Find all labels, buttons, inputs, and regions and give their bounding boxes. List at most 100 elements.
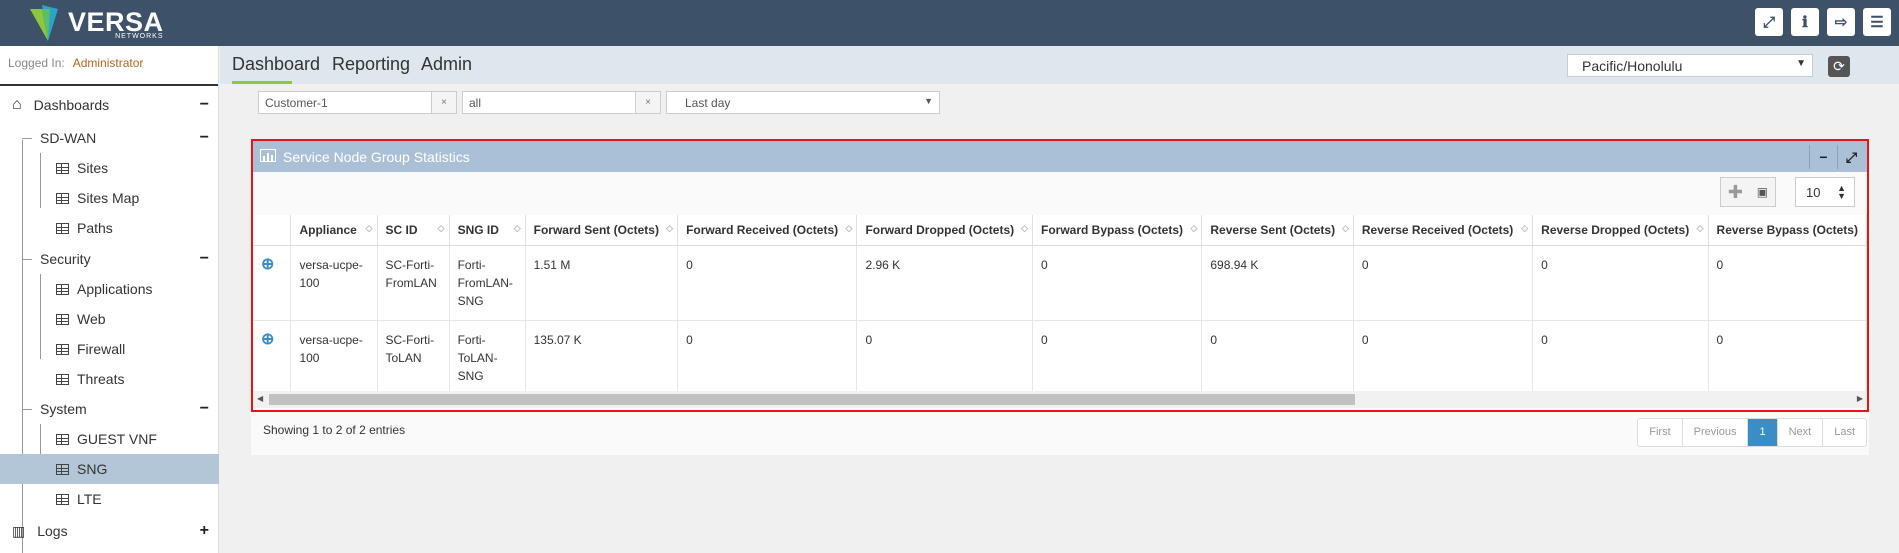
pager-previous-button[interactable]: Previous — [1683, 419, 1749, 446]
time-range-select[interactable]: Last day ▼ — [666, 91, 940, 114]
collapse-icon[interactable]: − — [200, 250, 209, 268]
pager-last-button[interactable]: Last — [1823, 419, 1866, 446]
table-cell: 2.96 K — [856, 245, 1033, 321]
logo-name: VERSA — [68, 6, 164, 37]
sort-icon: ◇ — [1696, 223, 1704, 233]
row-detail-cell[interactable]: ⊕ — [253, 320, 292, 393]
table-info: Showing 1 to 2 of 2 entries — [263, 423, 406, 437]
appliance-filter[interactable]: all — [462, 91, 636, 114]
column-header[interactable]: Forward Sent (Octets) ◇ — [525, 215, 679, 246]
table-cell: 0 — [677, 245, 858, 321]
tab-dashboard[interactable]: Dashboard — [232, 54, 320, 75]
minimize-button[interactable]: − — [1809, 145, 1837, 169]
sort-icon: ◇ — [437, 223, 445, 233]
sidebar-item-label: LTE — [77, 491, 102, 507]
table-icon — [56, 493, 69, 505]
table-icon — [56, 433, 69, 445]
save-icon[interactable]: ▣ — [1757, 185, 1768, 199]
column-header[interactable]: Reverse Dropped (Octets) ◇ — [1532, 215, 1709, 246]
column-header[interactable]: Appliance ◇ — [290, 215, 378, 246]
maximize-button[interactable]: ⤢ — [1837, 145, 1865, 169]
sidebar-item-label: SD-WAN — [40, 130, 97, 146]
column-header[interactable]: Forward Bypass (Octets) ◇ — [1032, 215, 1203, 246]
active-tab-indicator — [232, 81, 292, 84]
column-header[interactable]: Forward Dropped (Octets) ◇ — [856, 215, 1033, 246]
sidebar-item-sites[interactable]: Sites — [0, 153, 219, 183]
column-header[interactable]: SNG ID ◇ — [449, 215, 526, 246]
table-container: Appliance ◇ SC ID ◇ SNG ID ◇ Forward Sent (… — [253, 215, 1867, 393]
tab-admin[interactable]: Admin — [421, 54, 472, 75]
menu-icon[interactable]: ☰ — [1863, 8, 1891, 36]
logout-icon[interactable]: ⇨ — [1827, 8, 1855, 36]
timezone-select[interactable]: Pacific/Honolulu ▼ — [1567, 54, 1813, 77]
sidebar-item-paths[interactable]: Paths — [0, 213, 219, 243]
versa-logo[interactable]: VERSA NETWORKS — [28, 4, 164, 44]
column-header[interactable]: Reverse Bypass (Octets) — [1708, 215, 1867, 246]
table-cell: 0 — [856, 320, 1033, 393]
table-cell: 1.51 M — [525, 245, 679, 321]
sidebar-item-sites-map[interactable]: Sites Map — [0, 183, 219, 213]
sidebar-item-dashboards[interactable]: ⌂ Dashboards − — [0, 90, 219, 120]
pager-page-1[interactable]: 1 — [1748, 419, 1778, 446]
column-header[interactable]: Forward Received (Octets) ◇ — [677, 215, 858, 246]
page-size-stepper[interactable]: 10 ▲ ▼ — [1795, 177, 1855, 207]
table-icon — [56, 313, 69, 325]
puzzle-icon: ✚ — [1727, 181, 1743, 202]
column-header[interactable]: Reverse Sent (Octets) ◇ — [1201, 215, 1354, 246]
sort-icon: ◇ — [666, 223, 674, 233]
sidebar-item-label: Sites Map — [77, 190, 140, 206]
scroll-left-icon[interactable]: ◀ — [257, 394, 263, 403]
column-chooser-button[interactable]: ✚ ▣ — [1720, 177, 1776, 207]
table-cell: 135.07 K — [525, 320, 679, 393]
horizontal-scrollbar[interactable]: ◀ ▶ — [253, 391, 1867, 408]
sidebar-item-system[interactable]: System − — [0, 394, 219, 424]
sidebar-item-label: System — [40, 401, 87, 417]
sidebar-item-label: Sites — [77, 160, 109, 176]
spinner-arrows-icon: ▲ ▼ — [1837, 183, 1846, 201]
scrollbar-thumb[interactable] — [269, 394, 1355, 405]
pager-first-button[interactable]: First — [1638, 419, 1683, 446]
table-cell: 0 — [1708, 320, 1867, 393]
zoom-in-icon[interactable]: ⊕ — [261, 256, 274, 273]
collapse-icon[interactable]: − — [200, 400, 209, 418]
zoom-in-icon[interactable]: ⊕ — [261, 331, 274, 348]
expand-icon[interactable]: ⤢ — [1755, 8, 1783, 36]
sidebar-item-logs[interactable]: ▥ Logs + — [0, 516, 219, 546]
sidebar-item-sng[interactable]: SNG — [0, 454, 219, 484]
sidebar-item-applications[interactable]: Applications — [0, 274, 219, 304]
sidebar-item-security[interactable]: Security − — [0, 244, 219, 274]
clear-appliance-button[interactable]: × — [635, 91, 661, 114]
refresh-button[interactable]: ⟳ — [1828, 56, 1850, 77]
sng-statistics-panel: Service Node Group Statistics − ⤢ ✚ ▣ 10… — [251, 139, 1869, 412]
pager-next-button[interactable]: Next — [1778, 419, 1824, 446]
info-icon[interactable]: ℹ — [1791, 8, 1819, 36]
column-header[interactable]: SC ID ◇ — [377, 215, 450, 246]
scroll-right-icon[interactable]: ▶ — [1857, 394, 1863, 403]
sidebar-item-firewall[interactable]: Firewall — [0, 334, 219, 364]
row-detail-cell[interactable]: ⊕ — [253, 245, 292, 321]
table-icon — [56, 162, 69, 174]
expand-plus-icon[interactable]: + — [200, 522, 209, 540]
sidebar-item-guest-vnf[interactable]: GUEST VNF — [0, 424, 219, 454]
sidebar-item-label: Logs — [37, 523, 68, 539]
tenant-filter[interactable]: Customer-1 — [258, 91, 432, 114]
sidebar-item-threats[interactable]: Threats — [0, 364, 219, 394]
collapse-icon[interactable]: − — [200, 96, 209, 114]
tab-reporting[interactable]: Reporting — [332, 54, 410, 75]
login-info: Logged In: Administrator — [0, 46, 218, 86]
column-header[interactable]: Reverse Received (Octets) ◇ — [1353, 215, 1534, 246]
table-cell: versa-ucpe-100 — [290, 320, 378, 393]
sidebar-item-web[interactable]: Web — [0, 304, 219, 334]
table-icon — [56, 463, 69, 475]
sort-icon: ◇ — [1521, 223, 1529, 233]
bar-chart-icon — [260, 149, 276, 162]
clear-tenant-button[interactable]: × — [431, 91, 457, 114]
sidebar-item-lte[interactable]: LTE — [0, 484, 219, 514]
table-icon — [56, 192, 69, 204]
sort-icon: ◇ — [513, 223, 521, 233]
sidebar-item-sdwan[interactable]: SD-WAN − — [0, 123, 219, 153]
pagination: First Previous 1 Next Last — [1637, 418, 1867, 447]
bar-chart-icon: ▥ — [12, 522, 26, 539]
collapse-icon[interactable]: − — [200, 129, 209, 147]
table-icon — [56, 343, 69, 355]
